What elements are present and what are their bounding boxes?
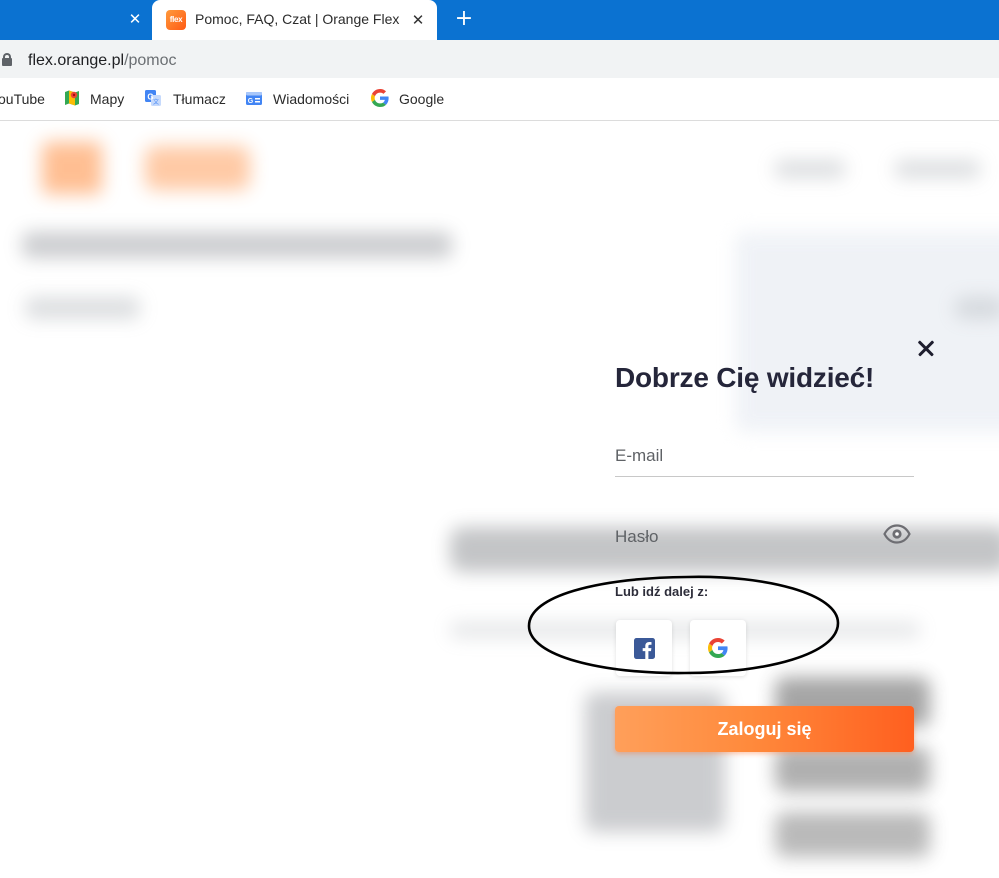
password-field[interactable] (615, 516, 914, 558)
google-login-button[interactable] (690, 620, 746, 676)
bookmark-wiadomosci[interactable]: Wiadomości (273, 91, 349, 107)
svg-text:G: G (248, 98, 254, 105)
social-login-label: Lub idź dalej z: (615, 584, 709, 599)
bookmark-mapy[interactable]: Mapy (90, 91, 124, 107)
bookmark-tlumacz[interactable]: Tłumacz (173, 91, 226, 107)
facebook-icon (634, 638, 655, 659)
address-bar[interactable]: flex.orange.pl/pomoc (0, 40, 999, 78)
url-host: flex.orange.pl (28, 52, 125, 69)
close-icon[interactable] (912, 334, 940, 362)
svg-text:文: 文 (153, 98, 159, 106)
blurred-nav-link (775, 160, 845, 178)
login-submit-button[interactable]: Zaloguj się (615, 706, 914, 752)
previous-tab-close-icon[interactable]: ✕ (124, 8, 146, 30)
bookmark-youtube[interactable]: ouTube (0, 91, 45, 107)
lock-icon[interactable] (2, 53, 12, 66)
bookmark-google[interactable]: Google (399, 91, 444, 107)
email-field[interactable] (615, 435, 914, 477)
eye-icon[interactable] (883, 524, 911, 544)
maps-icon[interactable] (63, 89, 81, 107)
blurred-pill (955, 297, 999, 319)
news-icon[interactable]: G (245, 89, 263, 107)
google-icon[interactable] (371, 89, 389, 107)
facebook-login-button[interactable] (616, 620, 672, 676)
url-text[interactable]: flex.orange.pl/pomoc (28, 52, 177, 70)
blurred-subheading (25, 297, 140, 319)
tab-title: Pomoc, FAQ, Czat | Orange Flex (195, 11, 400, 27)
login-modal: Dobrze Cię widzieć! Lub idź dalej z: Zal… (580, 320, 960, 790)
google-icon (708, 638, 728, 658)
blurred-orange-logo (42, 142, 102, 194)
orange-flex-favicon-icon: flex (166, 10, 186, 30)
bookmarks-bar: ouTube Mapy G 文 Tłumacz G Wiadomości Goo… (0, 78, 999, 121)
blurred-flex-wordmark (145, 146, 250, 190)
translate-icon[interactable]: G 文 (144, 89, 162, 107)
blurred-heading (22, 232, 452, 258)
modal-title: Dobrze Cię widzieć! (615, 362, 875, 393)
tab-active[interactable]: flex Pomoc, FAQ, Czat | Orange Flex ✕ (152, 0, 437, 40)
tab-close-icon[interactable]: ✕ (407, 9, 429, 31)
blurred-store-badge (775, 812, 930, 857)
blurred-nav-link (895, 160, 980, 178)
url-path: /pomoc (124, 52, 177, 69)
new-tab-plus-icon[interactable]: + (452, 7, 476, 31)
tab-strip: ✕ flex Pomoc, FAQ, Czat | Orange Flex ✕ … (0, 0, 999, 40)
